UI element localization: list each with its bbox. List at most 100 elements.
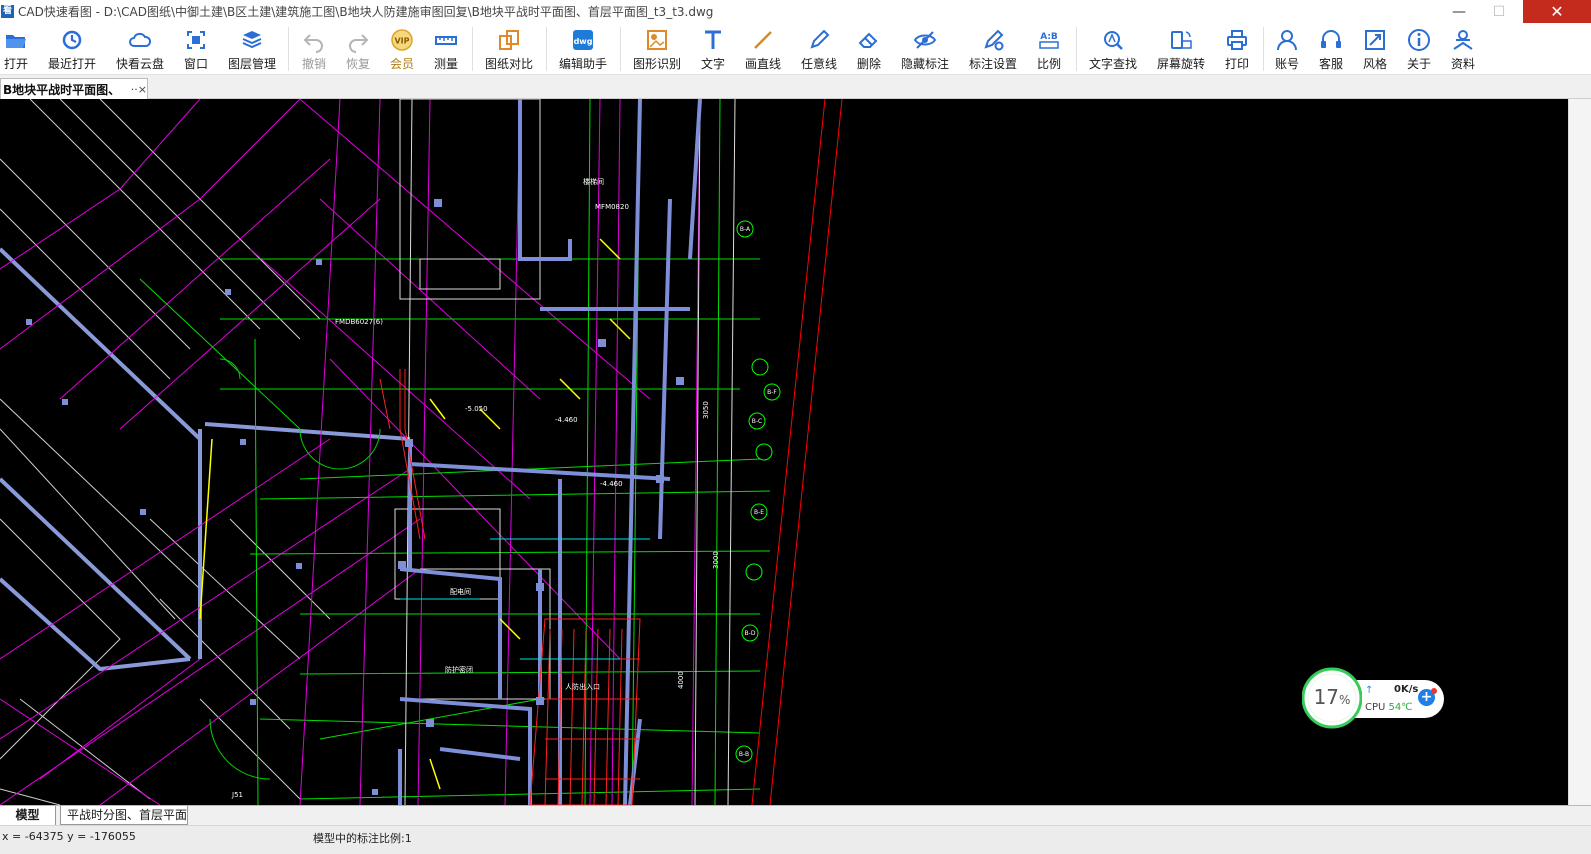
style-label: 风格 <box>1362 57 1387 71</box>
close-button[interactable]: ✕ <box>1523 0 1591 23</box>
axis-label-b-d: B-D <box>745 630 756 637</box>
scale-button[interactable]: A:B 比例 <box>1033 25 1065 73</box>
rotate-screen-button[interactable]: 屏幕旋转 <box>1153 25 1209 73</box>
line-icon <box>754 31 772 49</box>
main-toolbar: 打开 最近打开 快看云盘 窗口 图层管理 撤销 恢复 VIP 会员 测量 图纸对… <box>0 23 1591 75</box>
axis-label-b-c: B-C <box>752 418 762 425</box>
label-elev-1: -5.050 <box>465 405 488 413</box>
undo-label: 撤销 <box>301 57 326 71</box>
shape-recognize-button[interactable]: 图形识别 <box>629 25 685 73</box>
axis-label-b-e: B-E <box>754 509 764 516</box>
layers-icon <box>242 31 262 49</box>
document-tab[interactable]: B地块平战时平面图、 ··× <box>0 78 148 99</box>
label-j51: J51 <box>231 791 243 799</box>
text-search-icon <box>1104 31 1123 50</box>
hide-annotation-label: 隐藏标注 <box>900 57 949 71</box>
folder-open-icon <box>6 35 26 48</box>
vertical-scrollbar[interactable] <box>1568 99 1591 805</box>
layout-tab-bar: 模型 平战时分图、首层平面 <box>0 805 1591 825</box>
documents-label: 资料 <box>1450 57 1475 71</box>
upload-arrow-icon: ↑ <box>1365 685 1374 696</box>
recent-open-button[interactable]: 最近打开 <box>44 25 100 73</box>
about-label: 关于 <box>1406 57 1431 71</box>
rotated-building-walls <box>0 247 411 672</box>
cpu-temperature-row: CPU 54℃ <box>1365 702 1413 713</box>
notification-dot <box>1431 688 1437 694</box>
cloud-drive-label: 快看云盘 <box>115 57 164 71</box>
window-button[interactable]: 窗口 <box>180 25 212 73</box>
tab-model[interactable]: 模型 <box>0 806 56 825</box>
redo-button[interactable]: 恢复 <box>342 25 374 73</box>
text-icon <box>705 30 721 49</box>
system-monitor-widget[interactable]: 17% ↑ 0K/s CPU 54℃ + <box>1302 664 1444 732</box>
printer-icon <box>1227 30 1247 50</box>
label-dim-3: 4000 <box>677 671 685 689</box>
text-search-label: 文字查找 <box>1088 57 1137 71</box>
eraser-icon <box>858 32 878 48</box>
customer-service-label: 客服 <box>1318 57 1343 71</box>
vip-icon: VIP <box>391 29 413 51</box>
freehand-line-label: 任意线 <box>800 57 837 71</box>
drawing-compare-button[interactable]: 图纸对比 <box>481 25 537 73</box>
redo-label: 恢复 <box>345 57 370 71</box>
label-room-3: 防护密闭 <box>445 665 473 674</box>
label-mfm: MFM0820 <box>595 203 629 211</box>
door-arcs <box>209 358 381 780</box>
text-label: 文字 <box>700 57 725 71</box>
cpu-percent: 17% <box>1311 685 1353 709</box>
toolbar-divider <box>472 27 473 71</box>
redo-icon <box>349 34 369 53</box>
ratio-icon: A:B <box>1039 32 1059 49</box>
freehand-line-button[interactable]: 任意线 <box>797 25 841 73</box>
annotation-settings-button[interactable]: 标注设置 <box>965 25 1021 73</box>
label-elev-3: -4.460 <box>600 480 623 488</box>
annotation-scale: 模型中的标注比例:1 <box>313 832 412 845</box>
layer-manager-label: 图层管理 <box>227 57 276 71</box>
tab-layout-1[interactable]: 平战时分图、首层平面 <box>60 806 188 825</box>
cyan-lines <box>400 538 650 660</box>
text-button[interactable]: 文字 <box>697 25 729 73</box>
label-room-1: 楼梯间 <box>583 177 604 186</box>
delete-button[interactable]: 删除 <box>853 25 885 73</box>
about-button[interactable]: 关于 <box>1403 25 1435 73</box>
axis-label-b-a: B-A <box>740 226 751 233</box>
vip-button[interactable]: VIP 会员 <box>386 25 418 73</box>
minimize-button[interactable]: — <box>1437 0 1481 23</box>
maximize-button[interactable]: ☐ <box>1477 0 1521 23</box>
hide-annotation-button[interactable]: 隐藏标注 <box>897 25 953 73</box>
vip-label: 会员 <box>389 57 414 71</box>
annotation-settings-label: 标注设置 <box>968 57 1017 71</box>
measure-button[interactable]: 测量 <box>430 25 462 73</box>
svg-text:A:B: A:B <box>1040 32 1058 42</box>
layer-manager-button[interactable]: 图层管理 <box>224 25 280 73</box>
site-outline-lines <box>0 99 331 805</box>
document-tab-bar: B地块平战时平面图、 ··× <box>0 75 1591 99</box>
network-speed: 0K/s <box>1394 684 1419 695</box>
edit-assistant-button[interactable]: dwg 编辑助手 <box>555 25 611 73</box>
pen-icon <box>810 29 830 49</box>
documents-icon <box>1453 30 1473 50</box>
cpu-label: CPU <box>1365 702 1386 713</box>
recent-open-label: 最近打开 <box>47 57 96 71</box>
cpu-percent-value: 17 <box>1313 685 1340 709</box>
print-button[interactable]: 打印 <box>1221 25 1253 73</box>
customer-service-button[interactable]: 客服 <box>1315 25 1347 73</box>
label-fmdb: FMDB6027(6) <box>335 318 383 326</box>
undo-button[interactable]: 撤销 <box>298 25 330 73</box>
edit-assistant-icon: dwg <box>573 30 593 50</box>
account-button[interactable]: 账号 <box>1271 25 1303 73</box>
cursor-coordinates: x = -64375 y = -176055 <box>2 830 136 843</box>
cloud-drive-button[interactable]: 快看云盘 <box>112 25 168 73</box>
open-label: 打开 <box>3 57 28 71</box>
documents-button[interactable]: 资料 <box>1447 25 1479 73</box>
text-search-button[interactable]: 文字查找 <box>1085 25 1141 73</box>
edit-assistant-label: 编辑助手 <box>558 57 607 71</box>
open-button[interactable]: 打开 <box>0 25 32 73</box>
tab-close-icon[interactable]: ··× <box>131 83 147 96</box>
toolbar-divider <box>288 27 289 71</box>
style-button[interactable]: 风格 <box>1359 25 1391 73</box>
rotate-screen-label: 屏幕旋转 <box>1156 57 1205 71</box>
delete-label: 删除 <box>856 57 881 71</box>
draw-line-button[interactable]: 画直线 <box>741 25 785 73</box>
svg-text:dwg: dwg <box>574 37 593 46</box>
